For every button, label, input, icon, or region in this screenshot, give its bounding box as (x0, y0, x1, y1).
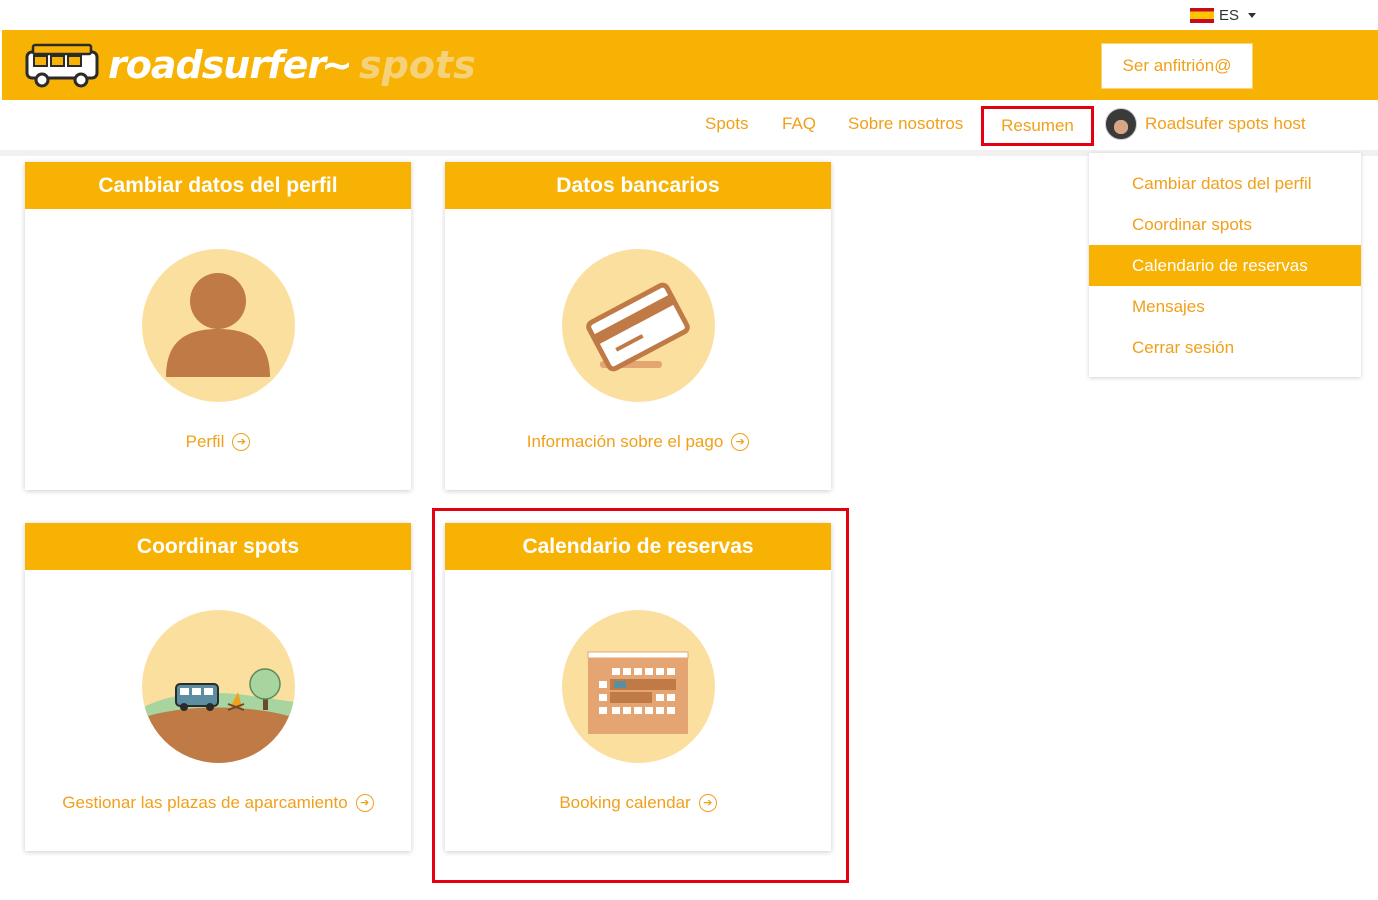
card-profile: Cambiar datos del perfil Perfil ➔ (25, 162, 411, 490)
avatar (1105, 108, 1137, 140)
card-bank-details: Datos bancarios Información sobre el pag… (445, 162, 831, 490)
card-coordinate-spots: Coordinar spots Gestionar las plazas de … (25, 523, 411, 851)
profile-link[interactable]: Perfil ➔ (25, 432, 411, 452)
card-title: Coordinar spots (25, 523, 411, 570)
brand-name: roadsurfer (108, 43, 326, 87)
become-host-button[interactable]: Ser anfitrión@ (1101, 43, 1253, 89)
credit-card-icon (562, 249, 715, 402)
user-menu[interactable]: Roadsufer spots host (1105, 108, 1306, 140)
card-booking-calendar: Calendario de reservas Booking calendar … (445, 523, 831, 851)
calendar-icon (562, 610, 715, 763)
language-bar: ES (0, 0, 1378, 30)
brand-wave: ~ (321, 43, 353, 87)
roadsurfer-spots-logo[interactable]: roadsurfer ~ spots (24, 38, 476, 92)
nav-summary[interactable]: Resumen (981, 106, 1094, 146)
card-title: Datos bancarios (445, 162, 831, 209)
manage-parking-link[interactable]: Gestionar las plazas de aparcamiento ➔ (25, 793, 411, 813)
main-nav: Spots FAQ Sobre nosotros Resumen Roadsuf… (0, 100, 1378, 150)
van-logo-icon (25, 43, 99, 88)
booking-calendar-link[interactable]: Booking calendar ➔ (445, 793, 831, 813)
link-label: Gestionar las plazas de aparcamiento (62, 793, 348, 812)
site-header: roadsurfer ~ spots Ser anfitrión@ (2, 30, 1378, 100)
campsite-icon (142, 610, 295, 763)
dropdown-item-profile[interactable]: Cambiar datos del perfil (1089, 163, 1361, 204)
card-title: Cambiar datos del perfil (25, 162, 411, 209)
arrow-right-circle-icon: ➔ (355, 794, 374, 812)
user-dropdown-menu: Cambiar datos del perfil Coordinar spots… (1089, 153, 1361, 377)
language-code: ES (1219, 6, 1240, 24)
arrow-right-circle-icon: ➔ (731, 433, 750, 451)
dropdown-item-booking-calendar[interactable]: Calendario de reservas (1089, 245, 1361, 286)
dropdown-item-coordinate-spots[interactable]: Coordinar spots (1089, 204, 1361, 245)
link-label: Booking calendar (559, 793, 691, 812)
nav-about-us[interactable]: Sobre nosotros (848, 114, 963, 134)
caret-down-icon (1248, 12, 1257, 18)
arrow-right-circle-icon: ➔ (232, 433, 251, 451)
spain-flag-icon (1190, 7, 1214, 23)
profile-icon (142, 249, 295, 402)
arrow-right-circle-icon: ➔ (698, 794, 717, 812)
dropdown-item-messages[interactable]: Mensajes (1089, 286, 1361, 327)
nav-faq[interactable]: FAQ (782, 114, 816, 134)
link-label: Información sobre el pago (526, 432, 724, 451)
nav-spots[interactable]: Spots (705, 114, 748, 134)
dropdown-item-logout[interactable]: Cerrar sesión (1089, 327, 1361, 368)
payment-info-link[interactable]: Información sobre el pago ➔ (445, 432, 831, 452)
link-label: Perfil (185, 432, 225, 451)
user-name: Roadsufer spots host (1145, 114, 1306, 133)
brand-sub: spots (359, 43, 476, 87)
language-selector[interactable]: ES (1190, 5, 1257, 25)
card-title: Calendario de reservas (445, 523, 831, 570)
